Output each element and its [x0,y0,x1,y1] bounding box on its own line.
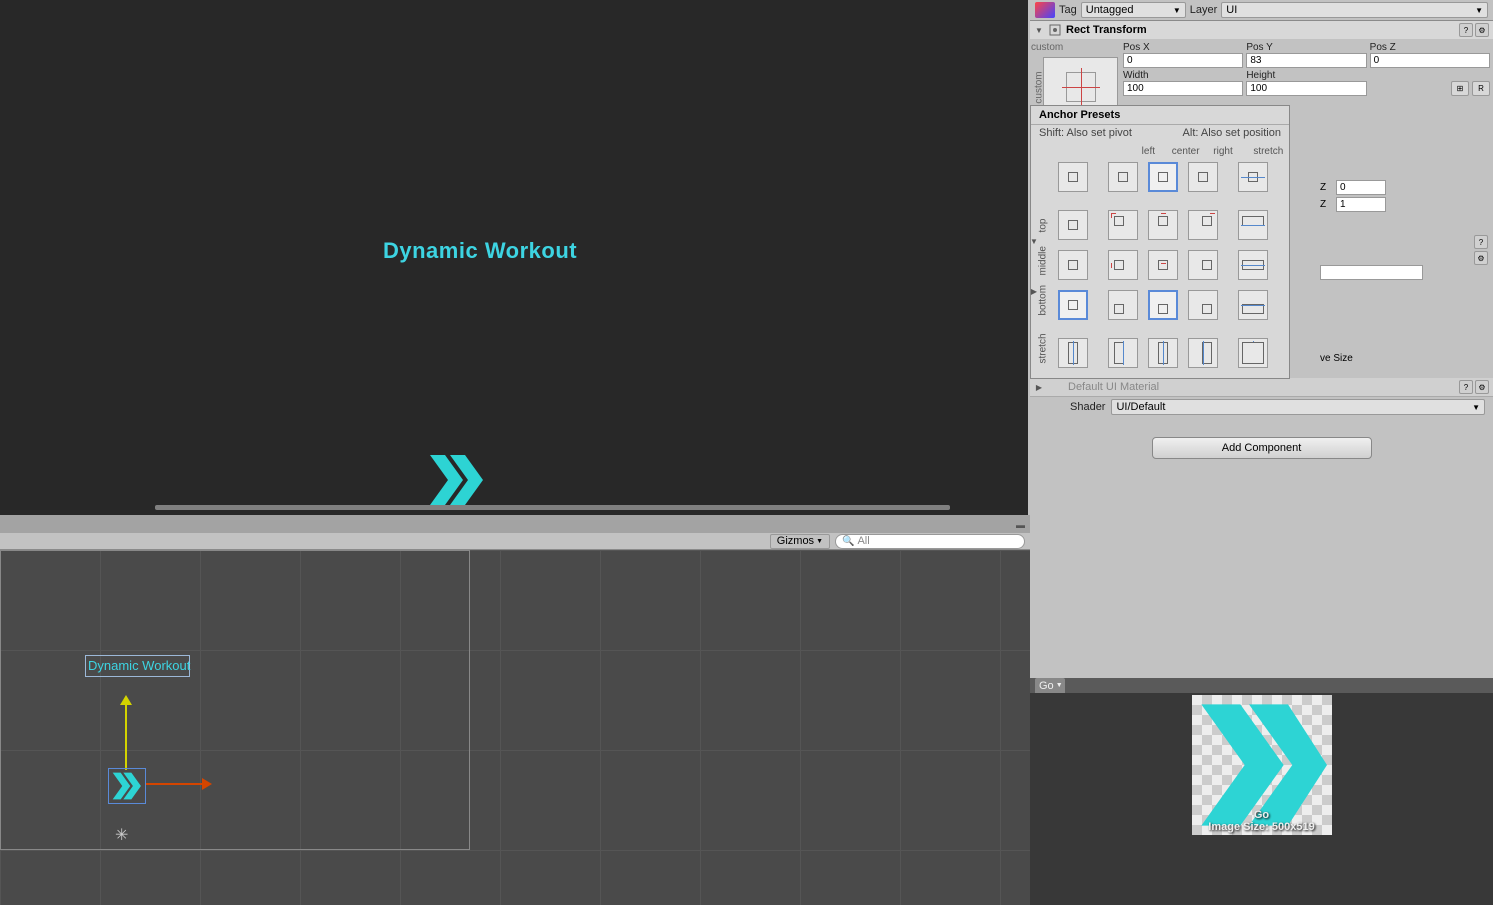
asset-tab-bar [1030,678,1493,693]
preset-middle-center[interactable] [1148,250,1178,280]
preset-stretch-right[interactable] [1188,338,1218,368]
preset-middle-right[interactable] [1188,250,1218,280]
anchor-presets-popup: ▼ ▶ Anchor Presets Shift: Also set pivot… [1030,105,1290,379]
shader-dropdown[interactable]: UI/Default▼ [1111,399,1485,415]
material-label: Default UI Material [1048,381,1455,393]
object-icon[interactable] [1035,2,1055,18]
preset-bottom-left[interactable] [1108,290,1138,320]
shader-label: Shader [1070,401,1105,413]
posz-label: Pos Z [1370,42,1490,53]
settings-button[interactable]: ⚙ [1475,380,1489,394]
scene-light-icon: ✳ [115,825,128,845]
gizmo-y-axis[interactable] [125,698,127,770]
preset-bottom-center[interactable] [1148,290,1178,320]
game-chevron-icon [425,450,485,513]
preset-top-stretch[interactable] [1238,210,1268,240]
preset-stretch-custom[interactable] [1058,338,1088,368]
asset-name: Go [1192,809,1332,821]
preset-bottom-stretch[interactable] [1238,290,1268,320]
preset-stretch-h[interactable] [1238,162,1268,192]
gizmo-x-arrow-icon[interactable] [202,778,212,790]
shift-hint: Shift: Also set pivot [1039,127,1132,139]
help-button[interactable]: ? [1459,380,1473,394]
game-title-text: Dynamic Workout [383,238,577,264]
scene-chevron-icon [110,770,142,805]
component-title: Rect Transform [1066,24,1455,36]
foldout-icon[interactable]: ▼ [1029,236,1039,246]
component-help-button[interactable]: ? [1474,235,1488,249]
layer-dropdown[interactable]: UI▼ [1221,2,1488,18]
gizmos-dropdown[interactable]: Gizmos ▼ [770,534,830,549]
posx-label: Pos X [1123,42,1243,53]
text-input[interactable] [1320,265,1423,280]
preset-bottom-right[interactable] [1188,290,1218,320]
alt-hint: Alt: Also set position [1183,127,1281,139]
game-view[interactable]: Dynamic Workout [0,0,1028,515]
z-input-1[interactable]: 1 [1336,197,1386,212]
preset-center[interactable] [1148,162,1178,192]
scene-view[interactable]: Dynamic Workout ✳ [0,550,1030,905]
scene-canvas-outline [0,550,470,850]
scene-title-text: Dynamic Workout [88,658,190,673]
preset-top-custom[interactable] [1058,210,1088,240]
posy-label: Pos Y [1246,42,1366,53]
scene-search-input[interactable]: 🔍 All [835,534,1025,549]
presets-title: Anchor Presets [1031,106,1289,125]
preset-top-center[interactable] [1148,210,1178,240]
posy-input[interactable]: 83 [1246,53,1366,68]
z-input-0[interactable]: 0 [1336,180,1386,195]
foldout-icon[interactable]: ▶ [1034,382,1044,392]
preset-middle-left[interactable] [1108,250,1138,280]
native-size-label: ve Size [1320,353,1353,364]
preset-stretch-center[interactable] [1148,338,1178,368]
game-progress-bar [155,505,950,510]
blueprint-button[interactable]: ⊞ [1451,81,1469,96]
preset-middle-custom[interactable] [1058,250,1088,280]
help-button[interactable]: ? [1459,23,1473,37]
height-label: Height [1246,70,1366,81]
layer-label: Layer [1190,4,1218,16]
posx-input[interactable]: 0 [1123,53,1243,68]
asset-preview-panel: Go Image Size: 500x519 [1030,693,1493,905]
add-component-button[interactable]: Add Component [1152,437,1372,459]
preset-top-right[interactable] [1188,210,1218,240]
divider-handle-icon[interactable]: ▬ [1016,520,1025,530]
width-label: Width [1123,70,1243,81]
preset-stretch-all[interactable] [1238,338,1268,368]
posz-input[interactable]: 0 [1370,53,1490,68]
gizmo-x-axis[interactable] [145,783,205,785]
raw-button[interactable]: R [1472,81,1490,96]
asset-thumbnail[interactable]: Go Image Size: 500x519 [1192,695,1332,835]
preset-left[interactable] [1108,162,1138,192]
gizmo-y-arrow-icon[interactable] [120,695,132,705]
scene-toolbar: Gizmos ▼ 🔍 All [0,533,1030,550]
panel-divider[interactable]: ▬ [0,515,1030,533]
preset-bottom-custom[interactable] [1058,290,1088,320]
preset-right[interactable] [1188,162,1218,192]
rect-transform-icon [1048,23,1062,37]
width-input[interactable]: 100 [1123,81,1243,96]
tag-label: Tag [1059,4,1077,16]
preset-top-left[interactable] [1108,210,1138,240]
asset-size: Image Size: 500x519 [1192,821,1332,833]
preset-stretch-left[interactable] [1108,338,1138,368]
asset-tab[interactable]: Go ▼ [1035,678,1065,693]
tag-dropdown[interactable]: Untagged▼ [1081,2,1186,18]
component-gear-button[interactable]: ⚙ [1474,251,1488,265]
height-input[interactable]: 100 [1246,81,1366,96]
settings-button[interactable]: ⚙ [1475,23,1489,37]
preset-custom[interactable] [1058,162,1088,192]
foldout-icon[interactable]: ▼ [1034,25,1044,35]
preset-middle-stretch[interactable] [1238,250,1268,280]
